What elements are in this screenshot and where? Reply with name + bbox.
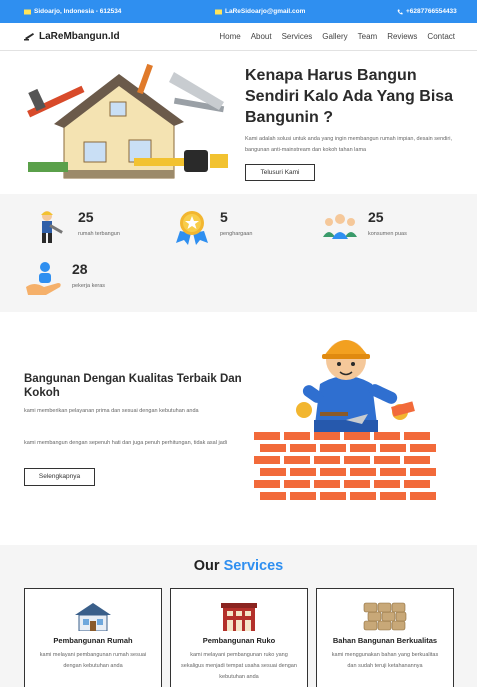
services-section: Our Services Pembangunan Rumah kami mela… (0, 545, 477, 687)
top-contact-bar: Sidoarjo, Indonesia - 612534 LaReSidoarj… (0, 0, 477, 23)
sandbags-icon (363, 602, 407, 631)
explore-button[interactable]: Telusuri Kami (245, 164, 315, 181)
services-heading-part1: Our (193, 558, 220, 574)
nav-link-gallery[interactable]: Gallery (322, 32, 347, 41)
phone-info[interactable]: +6287766554433 (397, 8, 457, 15)
nav-menu: Home About Services Gallery Team Reviews… (219, 32, 455, 41)
stat-label: konsumen puas (368, 231, 407, 237)
hero-title: Kenapa Harus Bangun Sendiri Kalo Ada Yan… (245, 67, 454, 126)
service-title: Pembangunan Rumah (53, 636, 133, 645)
quality-section: Bangunan Dengan Kualitas Terbaik Dan Kok… (0, 312, 477, 544)
bricklayer-illustration (254, 340, 436, 500)
location-info: Sidoarjo, Indonesia - 612534 (24, 8, 121, 15)
stat-value: 25 (78, 209, 94, 225)
service-description: kami menggunakan bahan yang berkualitas … (331, 652, 439, 669)
service-title: Pembangunan Ruko (202, 636, 276, 645)
nav-link-contact[interactable]: Contact (427, 32, 455, 41)
hero-description: Kami adalah solusi untuk anda yang ingin… (245, 136, 452, 153)
shophouse-icon (221, 603, 257, 631)
brand-logo[interactable]: LaReMbangun.Id (24, 31, 120, 42)
nav-link-reviews[interactable]: Reviews (387, 32, 417, 41)
service-description: kami melayani pembangunan rumah sesuai d… (39, 652, 147, 669)
hero-section: Kenapa Harus Bangun Sendiri Kalo Ada Yan… (0, 52, 477, 194)
house-icon (75, 603, 111, 631)
quality-paragraph: kami memberikan pelayanan prima dan sesu… (24, 408, 199, 414)
award-medal-icon (176, 211, 208, 245)
email-info[interactable]: LaReSidoarjo@gmail.com (215, 8, 305, 15)
services-heading: Our Services (0, 558, 477, 574)
builder-icon (41, 211, 63, 243)
phone-icon (397, 9, 403, 14)
stat-item: 5 penghargaan (172, 207, 302, 247)
service-card[interactable]: Pembangunan Ruko kami melayani pembangun… (170, 588, 308, 687)
stat-value: 28 (72, 261, 88, 277)
phone-text[interactable]: +6287766554433 (406, 8, 457, 15)
services-heading-accent: Services (223, 558, 284, 574)
envelope-icon (215, 9, 222, 14)
logo-icon (24, 33, 34, 41)
stat-value: 25 (368, 209, 384, 225)
stat-label: rumah terbangun (78, 231, 120, 237)
navbar: LaReMbangun.Id Home About Services Galle… (0, 23, 477, 51)
stat-item: 28 pekerja keras (24, 259, 154, 299)
quality-title: Bangunan Dengan Kualitas Terbaik Dan Kok… (24, 373, 242, 399)
email-text[interactable]: LaReSidoarjo@gmail.com (225, 8, 305, 15)
house-tools-illustration (27, 63, 228, 179)
nav-link-about[interactable]: About (251, 32, 272, 41)
stat-label: penghargaan (220, 231, 253, 237)
service-description: kami melayani pembangunan ruko yang seka… (181, 652, 297, 680)
stat-label: pekerja keras (72, 283, 106, 289)
stat-item: 25 konsumen puas (320, 207, 450, 247)
brand-name[interactable]: LaReMbangun.Id (39, 31, 120, 42)
quality-paragraph: kami membangun dengan sepenuh hati dan j… (24, 440, 228, 446)
worker-hand-icon (26, 262, 61, 295)
read-more-button[interactable]: Selengkapnya (24, 468, 95, 486)
service-card[interactable]: Pembangunan Rumah kami melayani pembangu… (24, 588, 162, 687)
service-title: Bahan Bangunan Berkualitas (332, 636, 438, 645)
nav-link-team[interactable]: Team (358, 32, 378, 41)
location-text: Sidoarjo, Indonesia - 612534 (34, 8, 122, 15)
stat-item: 25 rumah terbangun (30, 207, 160, 247)
nav-link-services[interactable]: Services (282, 32, 313, 41)
map-icon (24, 9, 31, 14)
customers-icon (323, 214, 357, 239)
stats-section: 25 rumah terbangun 5 penghargaan 25 kons… (0, 194, 477, 312)
service-card[interactable]: Bahan Bangunan Berkualitas kami mengguna… (316, 588, 454, 687)
stat-value: 5 (220, 209, 228, 225)
nav-link-home[interactable]: Home (219, 32, 240, 41)
